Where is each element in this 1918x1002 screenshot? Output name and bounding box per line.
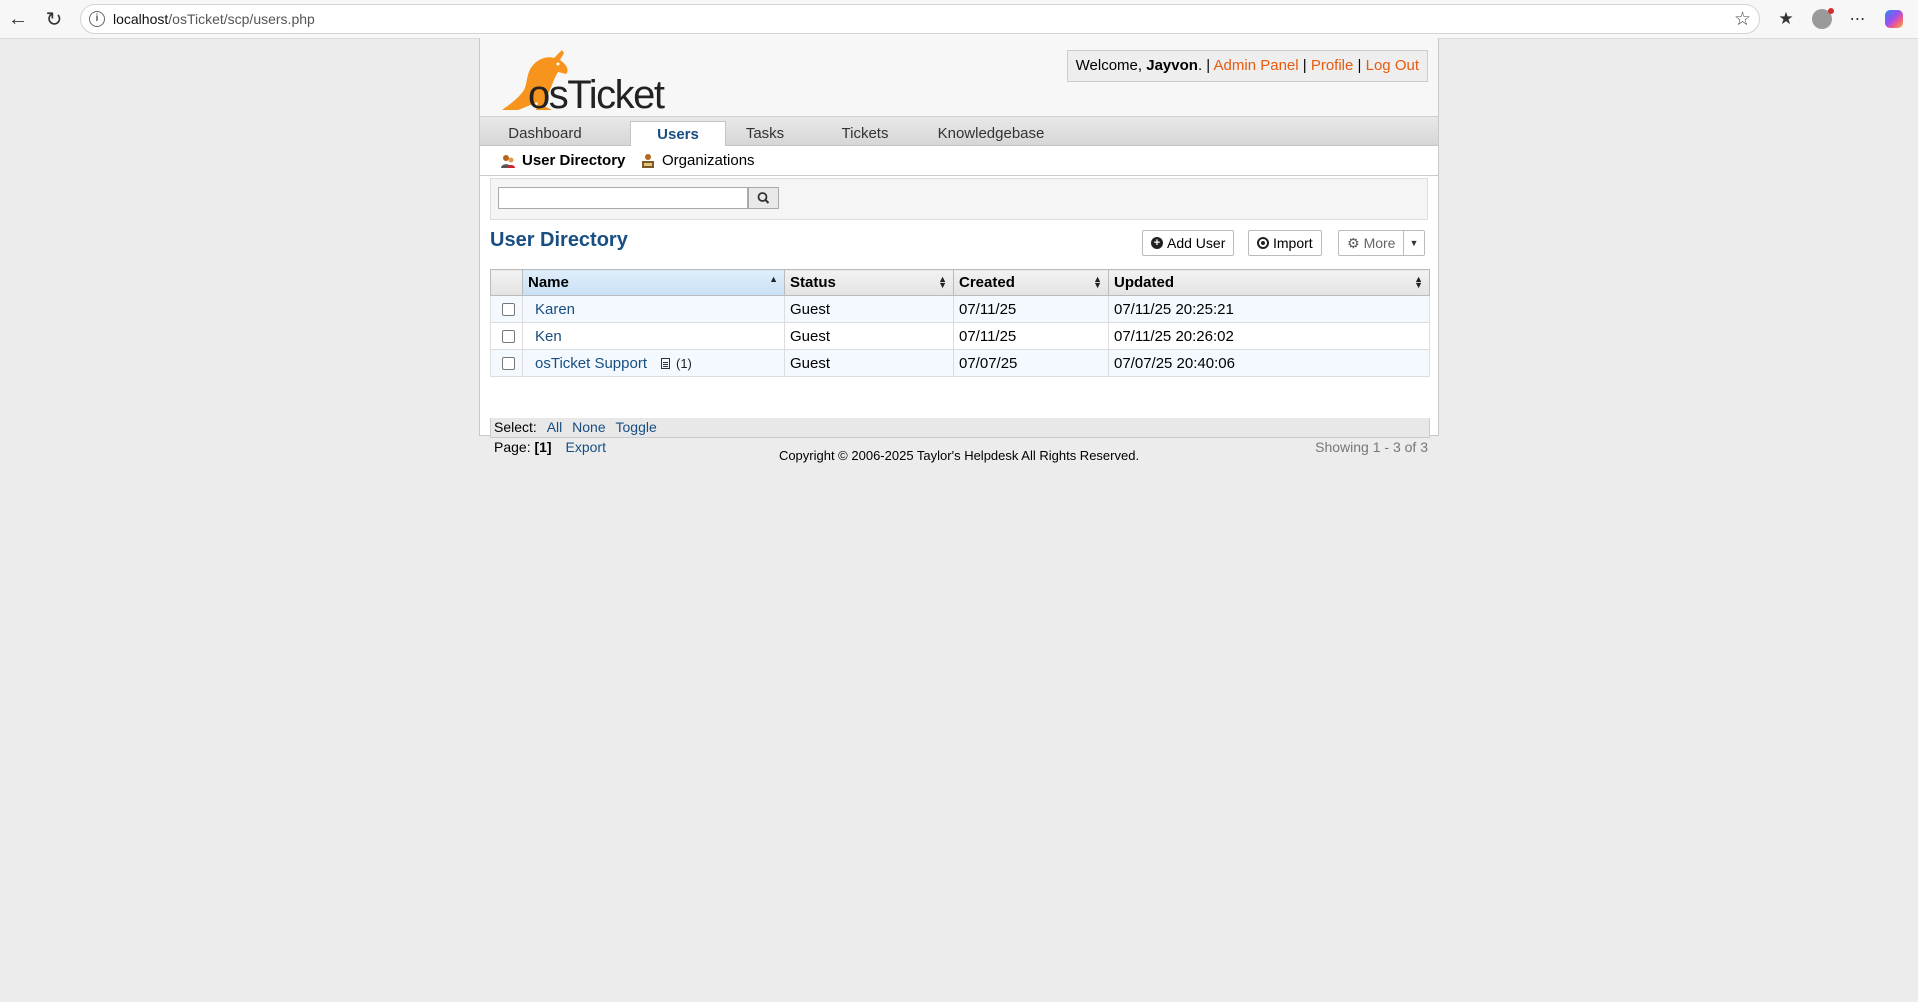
favorites-icon[interactable]: ★ xyxy=(1772,5,1800,33)
tab-knowledgebase[interactable]: Knowledgebase xyxy=(926,121,1056,147)
separator: | xyxy=(1357,57,1362,74)
url-text: localhost/osTicket/scp/users.php xyxy=(113,11,315,27)
status-cell: Guest xyxy=(784,322,954,350)
note-icon xyxy=(661,357,670,369)
select-label: Select: xyxy=(494,419,537,435)
site-info-icon[interactable]: i xyxy=(89,11,105,27)
tab-tasks[interactable]: Tasks xyxy=(710,121,820,147)
browser-toolbar: ← ↻ i localhost/osTicket/scp/users.php ☆… xyxy=(0,0,1918,39)
user-info-box: Welcome, Jayvon. | Admin Panel | Profile… xyxy=(1066,50,1428,82)
sort-icon: ▲ ▼ xyxy=(1093,274,1102,290)
plus-circle-icon: + xyxy=(1151,237,1163,249)
search-input[interactable] xyxy=(498,187,748,209)
add-user-button[interactable]: + Add User xyxy=(1142,230,1235,256)
notes-count: (1) xyxy=(676,355,692,371)
main-nav: Dashboard Users Tasks Tickets Knowledgeb… xyxy=(480,116,1438,148)
profile-avatar-icon[interactable] xyxy=(1808,5,1836,33)
select-column-header xyxy=(490,269,523,296)
row-checkbox[interactable] xyxy=(502,303,515,317)
page-container: osTicket Welcome, Jayvon. | Admin Panel … xyxy=(479,38,1439,455)
gear-icon: ⚙ xyxy=(1347,235,1360,251)
logout-link[interactable]: Log Out xyxy=(1366,57,1419,74)
welcome-text: Welcome, xyxy=(1075,57,1143,74)
admin-panel-link[interactable]: Admin Panel xyxy=(1214,57,1299,74)
tab-tickets[interactable]: Tickets xyxy=(820,121,910,147)
footer-copyright: Copyright © 2006-2025 Taylor's Helpdesk … xyxy=(778,448,1140,463)
welcome-suffix: . xyxy=(1197,57,1203,74)
table-row: Ken Guest 07/11/25 07/11/25 20:26:02 xyxy=(490,322,1430,350)
select-toggle-link[interactable]: Toggle xyxy=(616,419,657,435)
organization-icon xyxy=(640,153,656,169)
user-name: Jayvon xyxy=(1146,57,1198,74)
subnav-label: Organizations xyxy=(662,152,755,169)
more-label: More xyxy=(1363,235,1396,251)
select-none-link[interactable]: None xyxy=(572,419,605,435)
separator: | xyxy=(1302,57,1307,74)
upload-circle-icon xyxy=(1257,237,1269,249)
created-cell: 07/11/25 xyxy=(953,295,1109,323)
subnav-user-directory[interactable]: User Directory xyxy=(500,152,625,169)
address-bar[interactable]: i localhost/osTicket/scp/users.php ☆ xyxy=(80,4,1760,34)
sort-icon: ▲ ▼ xyxy=(938,274,947,290)
logo-wordmark: osTicket xyxy=(528,73,665,112)
separator: | xyxy=(1206,57,1211,74)
import-button[interactable]: Import xyxy=(1248,230,1322,256)
user-name-link[interactable]: Karen xyxy=(528,301,575,318)
user-name-link[interactable]: osTicket Support xyxy=(528,355,647,372)
table-row: osTicket Support (1) Guest 07/07/25 07/07… xyxy=(490,349,1430,377)
row-checkbox[interactable] xyxy=(502,330,515,344)
user-name-link[interactable]: Ken xyxy=(528,328,562,345)
sub-nav: User Directory Organizations xyxy=(480,146,1438,176)
created-cell: 07/07/25 xyxy=(953,349,1109,377)
status-cell: Guest xyxy=(784,295,954,323)
updated-cell: 07/11/25 20:26:02 xyxy=(1108,322,1430,350)
updated-cell: 07/07/25 20:40:06 xyxy=(1108,349,1430,377)
updated-cell: 07/11/25 20:25:21 xyxy=(1108,295,1430,323)
chevron-down-icon[interactable]: ▼ xyxy=(1403,231,1424,255)
sort-asc-icon: ▲ xyxy=(769,274,778,284)
page-title: User Directory xyxy=(490,229,628,251)
users-icon xyxy=(500,153,516,169)
status-cell: Guest xyxy=(784,349,954,377)
tab-dashboard[interactable]: Dashboard xyxy=(490,121,600,147)
column-header-created[interactable]: Created ▲ ▼ xyxy=(953,269,1109,296)
back-arrow-icon[interactable]: ← xyxy=(4,5,32,33)
row-checkbox[interactable] xyxy=(502,357,515,371)
column-header-status[interactable]: Status ▲ ▼ xyxy=(784,269,954,296)
copilot-icon[interactable] xyxy=(1880,5,1908,33)
table-row: Karen Guest 07/11/25 07/11/25 20:25:21 xyxy=(490,295,1430,323)
more-dropdown-button[interactable]: ⚙ More ▼ xyxy=(1338,230,1425,256)
sort-icon: ▲ ▼ xyxy=(1414,274,1423,290)
profile-link[interactable]: Profile xyxy=(1311,57,1354,74)
search-button[interactable] xyxy=(748,187,779,209)
add-user-label: Add User xyxy=(1167,235,1226,251)
users-table: Name ▲ Status ▲ ▼ Created ▲ ▼ Updated ▲ ▼ Karen… xyxy=(490,269,1430,377)
column-header-name[interactable]: Name ▲ xyxy=(522,269,785,296)
search-icon xyxy=(757,192,770,204)
more-menu-icon[interactable]: ⋯ xyxy=(1844,5,1872,33)
bookmark-star-icon[interactable]: ☆ xyxy=(1734,8,1751,31)
notes-indicator[interactable]: (1) xyxy=(661,356,692,371)
select-controls: Select: All None Toggle xyxy=(490,418,1430,438)
column-header-updated[interactable]: Updated ▲ ▼ xyxy=(1108,269,1430,296)
created-cell: 07/11/25 xyxy=(953,322,1109,350)
osticket-logo[interactable]: osTicket xyxy=(488,44,693,117)
reload-icon[interactable]: ↻ xyxy=(40,5,68,33)
search-panel xyxy=(490,178,1428,220)
select-all-link[interactable]: All xyxy=(547,419,563,435)
import-label: Import xyxy=(1273,235,1313,251)
header: osTicket Welcome, Jayvon. | Admin Panel … xyxy=(480,38,1438,117)
subnav-label: User Directory xyxy=(522,152,626,169)
subnav-organizations[interactable]: Organizations xyxy=(640,152,755,169)
